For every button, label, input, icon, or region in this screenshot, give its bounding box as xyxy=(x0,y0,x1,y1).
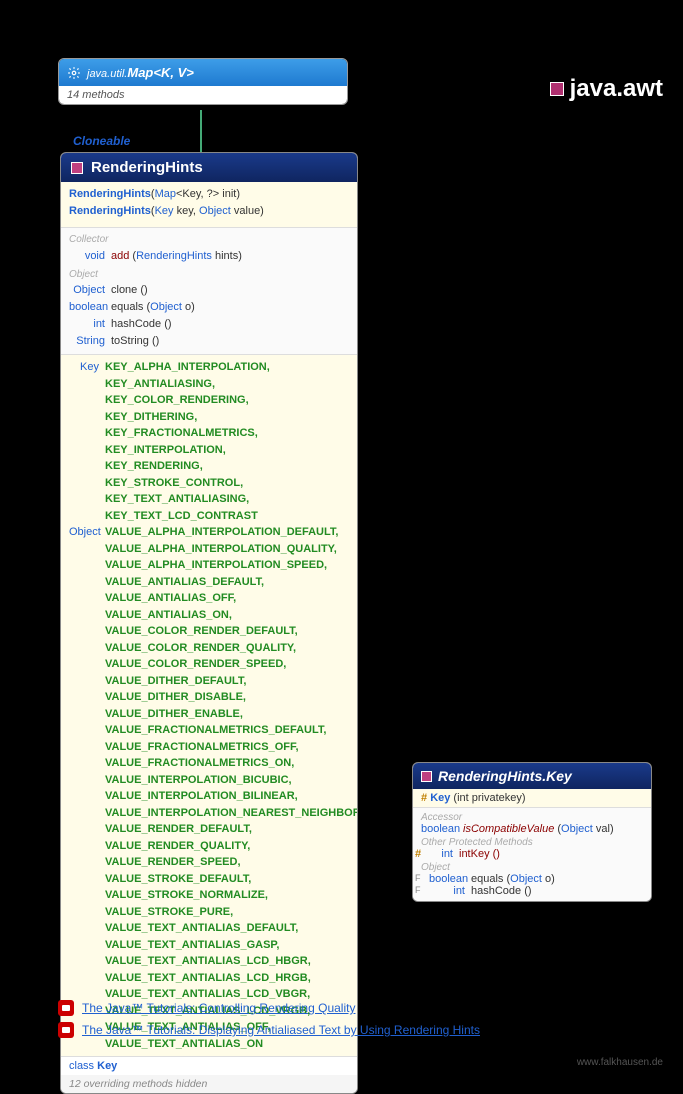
rh-title: RenderingHints xyxy=(91,159,203,176)
field-value: VALUE_TEXT_ANTIALIAS_LCD_HBGR, xyxy=(105,953,358,970)
method-row: # int intKey () xyxy=(413,848,651,860)
tutorial-link[interactable]: The Java™ Tutorials: Displaying Antialia… xyxy=(82,1023,480,1037)
field-key: KEY_FRACTIONALMETRICS, xyxy=(105,425,349,442)
key-ctor: # Key (int privatekey) xyxy=(413,789,651,807)
values-block: Object VALUE_ALPHA_INTERPOLATION_DEFAULT… xyxy=(69,524,349,1052)
map-methods-count: 14 methods xyxy=(59,86,347,104)
package-label: java.awt xyxy=(550,75,663,103)
method-row: F int hashCode () xyxy=(413,885,651,897)
field-key: KEY_INTERPOLATION, xyxy=(105,442,349,459)
class-icon xyxy=(421,771,432,782)
map-package: java.util. xyxy=(87,68,127,80)
field-value: VALUE_ALPHA_INTERPOLATION_SPEED, xyxy=(105,557,358,574)
rh-constructors: RenderingHints(Map<Key, ?> init) Renderi… xyxy=(61,182,357,227)
method-row: boolean isCompatibleValue (Object val) xyxy=(413,823,651,835)
map-classname: Map xyxy=(127,65,153,80)
field-value: VALUE_STROKE_PURE, xyxy=(105,904,358,921)
ctor-row: RenderingHints(Key key, Object value) xyxy=(69,203,349,220)
field-value: VALUE_COLOR_RENDER_QUALITY, xyxy=(105,640,358,657)
rh-fields: Key KEY_ALPHA_INTERPOLATION,KEY_ANTIALIA… xyxy=(61,354,357,1056)
field-value: VALUE_RENDER_QUALITY, xyxy=(105,838,358,855)
field-key: KEY_ALPHA_INTERPOLATION, xyxy=(105,359,349,376)
field-value: VALUE_DITHER_DISABLE, xyxy=(105,689,358,706)
package-icon xyxy=(550,82,564,96)
map-interface-box: java.util.Map<K, V> 14 methods xyxy=(58,58,348,105)
rh-footer: 12 overriding methods hidden xyxy=(61,1075,357,1093)
field-key: KEY_TEXT_LCD_CONTRAST xyxy=(105,508,349,525)
field-value: VALUE_DITHER_ENABLE, xyxy=(105,706,358,723)
field-key: KEY_DITHERING, xyxy=(105,409,349,426)
method-row: int hashCode () xyxy=(61,316,357,333)
section-other-protected: Other Protected Methods xyxy=(413,835,651,848)
field-value: VALUE_RENDER_SPEED, xyxy=(105,854,358,871)
field-value: VALUE_STROKE_NORMALIZE, xyxy=(105,887,358,904)
field-value: VALUE_INTERPOLATION_BICUBIC, xyxy=(105,772,358,789)
field-value: VALUE_FRACTIONALMETRICS_DEFAULT, xyxy=(105,722,358,739)
field-key: KEY_ANTIALIASING, xyxy=(105,376,349,393)
field-value: VALUE_COLOR_RENDER_DEFAULT, xyxy=(105,623,358,640)
link-row: The Java™ Tutorials: Controlling Renderi… xyxy=(58,1000,480,1016)
field-value: VALUE_RENDER_DEFAULT, xyxy=(105,821,358,838)
rh-header: RenderingHints xyxy=(61,153,357,182)
key-methods: Accessor boolean isCompatibleValue (Obje… xyxy=(413,807,651,901)
inner-class-row: class Key xyxy=(61,1056,357,1075)
method-row: boolean equals (Object o) xyxy=(61,299,357,316)
keys-block: Key KEY_ALPHA_INTERPOLATION,KEY_ANTIALIA… xyxy=(69,359,349,524)
renderinghints-box: RenderingHints RenderingHints(Map<Key, ?… xyxy=(60,152,358,1094)
field-value: VALUE_DITHER_DEFAULT, xyxy=(105,673,358,690)
method-row: void add (RenderingHints hints) xyxy=(61,248,357,265)
field-value: VALUE_FRACTIONALMETRICS_OFF, xyxy=(105,739,358,756)
field-key: KEY_TEXT_ANTIALIASING, xyxy=(105,491,349,508)
link-row: The Java™ Tutorials: Displaying Antialia… xyxy=(58,1022,480,1038)
field-value: VALUE_STROKE_DEFAULT, xyxy=(105,871,358,888)
class-icon xyxy=(71,162,83,174)
field-value: VALUE_INTERPOLATION_BILINEAR, xyxy=(105,788,358,805)
oracle-icon xyxy=(58,1000,74,1016)
field-value: VALUE_ANTIALIAS_OFF, xyxy=(105,590,358,607)
section-accessor: Accessor xyxy=(413,810,651,823)
section-object: Object xyxy=(413,860,651,873)
field-value: VALUE_TEXT_ANTIALIAS_LCD_HRGB, xyxy=(105,970,358,987)
field-value: VALUE_ANTIALIAS_ON, xyxy=(105,607,358,624)
map-typeparams: <K, V> xyxy=(153,65,193,80)
field-value: VALUE_ALPHA_INTERPOLATION_QUALITY, xyxy=(105,541,358,558)
field-value: VALUE_COLOR_RENDER_SPEED, xyxy=(105,656,358,673)
cloneable-label: Cloneable xyxy=(73,134,130,148)
key-title: RenderingHints.Key xyxy=(438,768,572,784)
links-section: The Java™ Tutorials: Controlling Renderi… xyxy=(58,1000,480,1044)
connector-line xyxy=(200,110,202,152)
method-row: F boolean equals (Object o) xyxy=(413,873,651,885)
method-row: Object clone () xyxy=(61,282,357,299)
rh-methods: Collector void add (RenderingHints hints… xyxy=(61,227,357,354)
oracle-icon xyxy=(58,1022,74,1038)
key-class-box: RenderingHints.Key # Key (int privatekey… xyxy=(412,762,652,902)
key-header: RenderingHints.Key xyxy=(413,763,651,789)
field-value: VALUE_ANTIALIAS_DEFAULT, xyxy=(105,574,358,591)
section-collector: Collector xyxy=(61,230,357,248)
field-value: VALUE_FRACTIONALMETRICS_ON, xyxy=(105,755,358,772)
package-name: java.awt xyxy=(570,75,663,103)
gear-icon xyxy=(67,66,81,80)
field-key: KEY_COLOR_RENDERING, xyxy=(105,392,349,409)
field-value: VALUE_TEXT_ANTIALIAS_GASP, xyxy=(105,937,358,954)
tutorial-link[interactable]: The Java™ Tutorials: Controlling Renderi… xyxy=(82,1001,355,1015)
footer-url: www.falkhausen.de xyxy=(577,1057,663,1068)
method-row: String toString () xyxy=(61,333,357,350)
ctor-row: RenderingHints(Map<Key, ?> init) xyxy=(69,186,349,203)
section-object: Object xyxy=(61,265,357,283)
field-value: VALUE_TEXT_ANTIALIAS_DEFAULT, xyxy=(105,920,358,937)
field-key: KEY_RENDERING, xyxy=(105,458,349,475)
field-value: VALUE_ALPHA_INTERPOLATION_DEFAULT, xyxy=(105,524,358,541)
map-header: java.util.Map<K, V> xyxy=(59,59,347,86)
field-value: VALUE_INTERPOLATION_NEAREST_NEIGHBOR, xyxy=(105,805,358,822)
field-key: KEY_STROKE_CONTROL, xyxy=(105,475,349,492)
